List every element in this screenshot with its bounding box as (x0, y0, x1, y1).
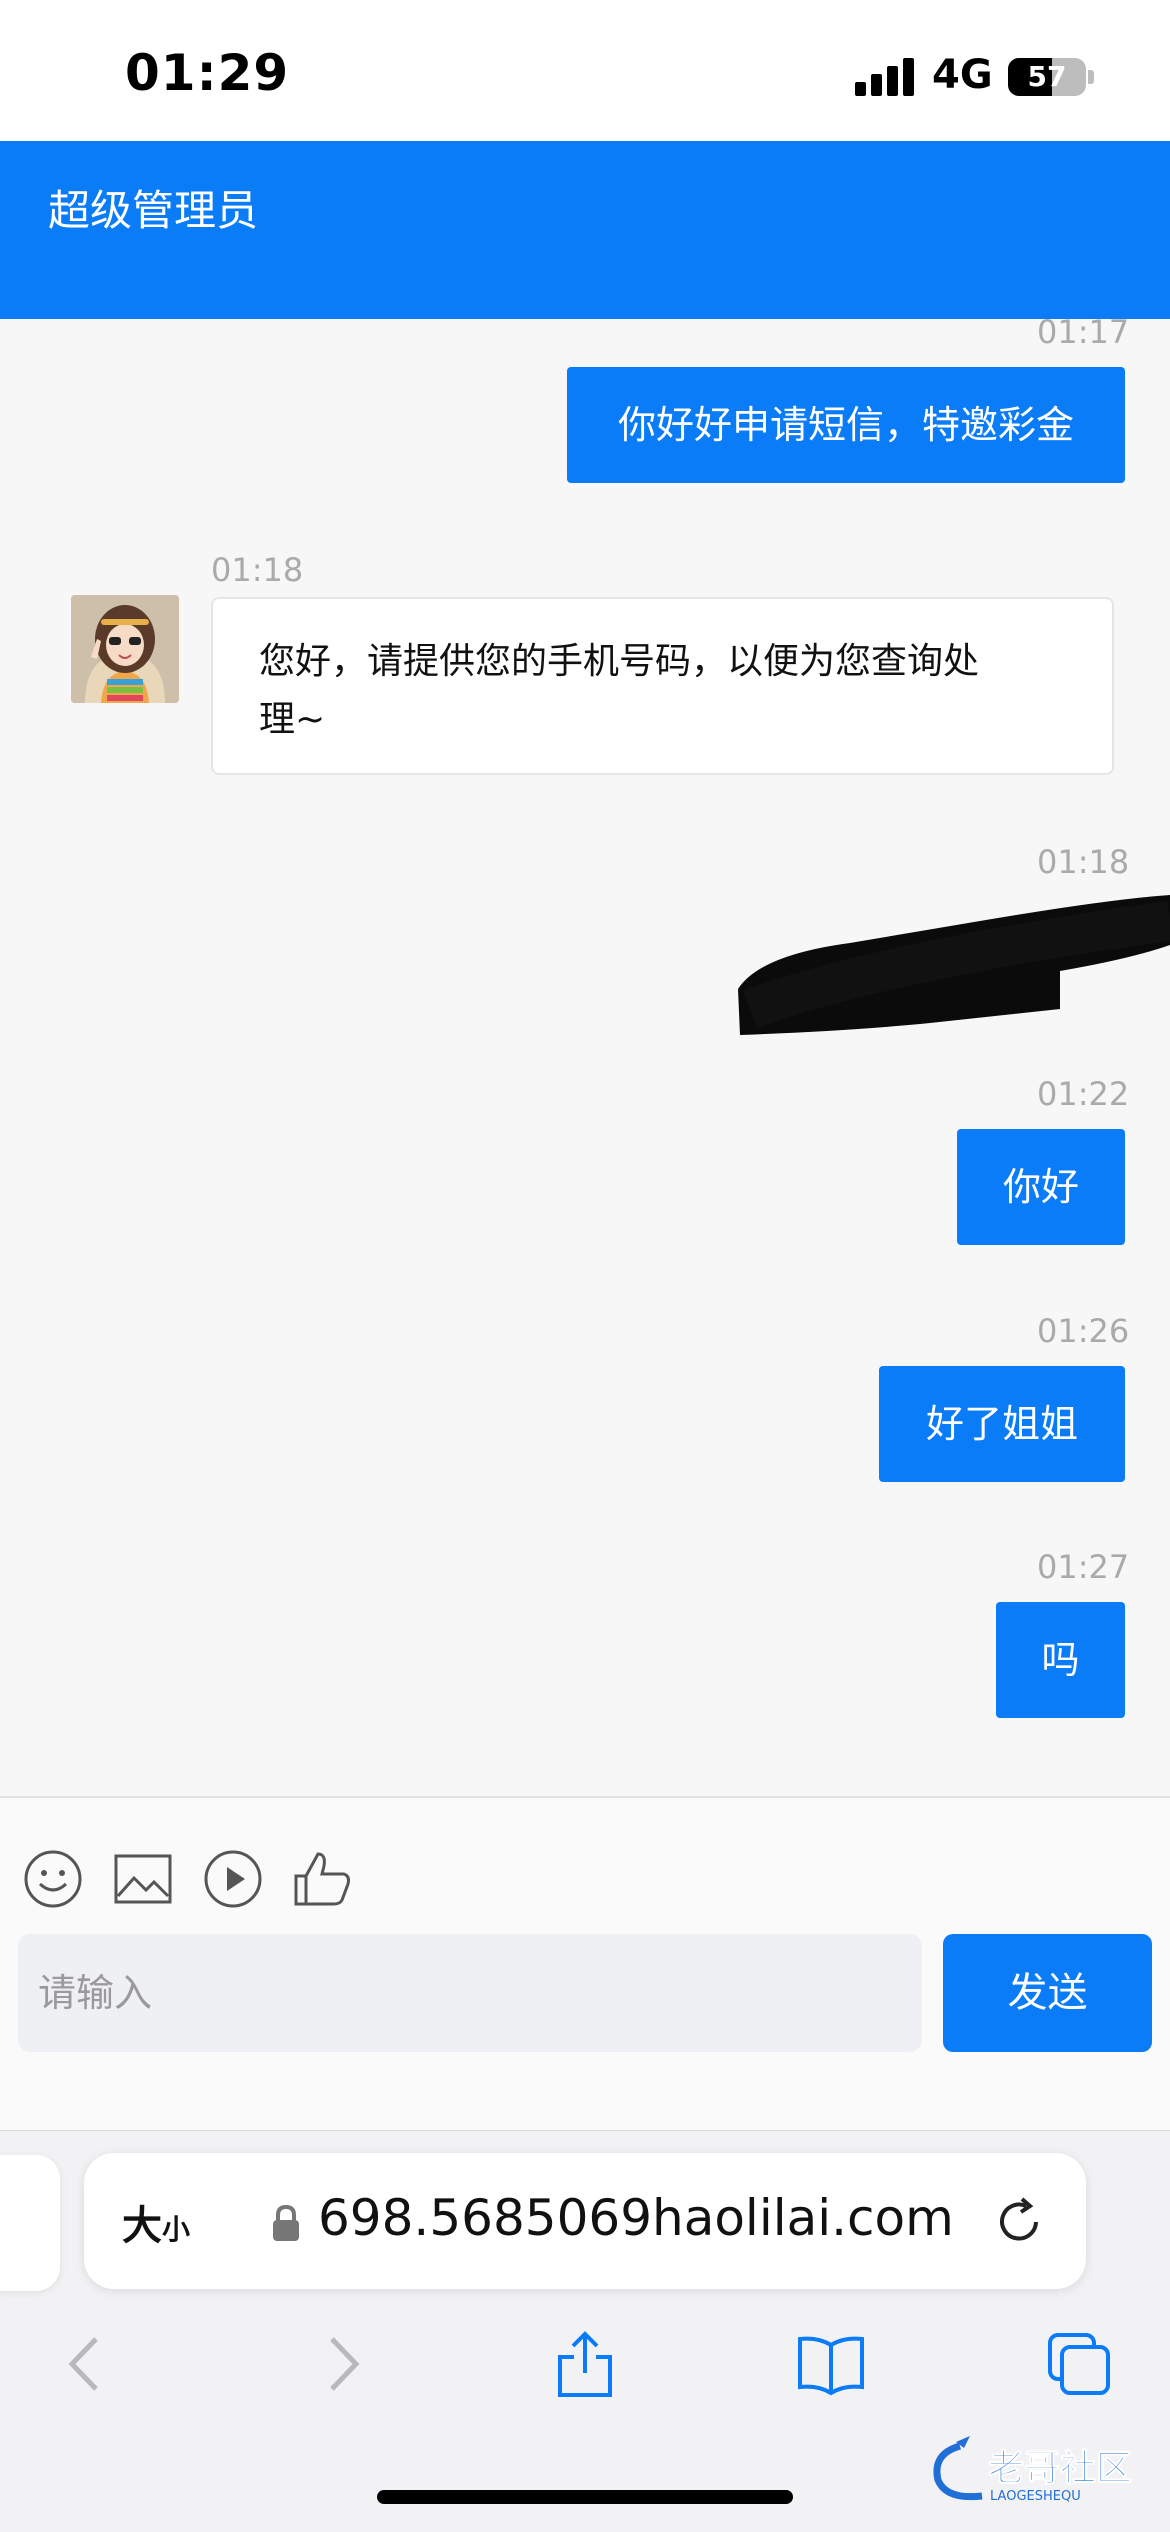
home-indicator (377, 2490, 793, 2504)
cellular-signal-icon (855, 58, 915, 96)
watermark-subtext: LAOGESHEQU (990, 2489, 1081, 2504)
status-time: 01:29 (125, 44, 290, 102)
message-input[interactable] (18, 1934, 922, 2052)
message-text-line: 您好，请提供您的手机号码，以便为您查询处 (259, 641, 980, 682)
message-timestamp: 01:17 (1037, 319, 1130, 351)
previous-tab-preview[interactable] (0, 2155, 60, 2291)
chat-header: 超级管理员 (0, 141, 1170, 319)
send-button[interactable]: 发送 (943, 1934, 1152, 2052)
message-bubble-outgoing[interactable]: 好了姐姐 (879, 1366, 1125, 1482)
text-size-small-label: 小 (162, 2213, 191, 2246)
battery-icon: 57 (1008, 58, 1086, 96)
message-bubble-outgoing[interactable]: 你好好申请短信，特邀彩金 (567, 367, 1125, 483)
bookmarks-icon[interactable] (796, 2329, 866, 2399)
battery-level: 57 (1027, 60, 1067, 93)
watermark-text: 老哥社区 (988, 2448, 1132, 2489)
reload-icon[interactable] (992, 2195, 1046, 2249)
thumbs-up-icon[interactable] (292, 1848, 354, 1910)
message-timestamp: 01:22 (1037, 1075, 1130, 1113)
message-bubble-outgoing[interactable]: 吗 (996, 1602, 1125, 1718)
address-bar[interactable]: 大小 698.5685069haolilai.com (84, 2153, 1086, 2289)
redaction-scribble (738, 895, 1170, 1035)
avatar[interactable] (71, 595, 179, 703)
message-timestamp: 01:27 (1037, 1548, 1130, 1586)
text-size-large-label: 大 (122, 2203, 162, 2249)
lock-icon (273, 2204, 299, 2241)
video-icon[interactable] (202, 1848, 264, 1910)
image-icon[interactable] (112, 1848, 174, 1910)
message-input-container[interactable] (18, 1934, 922, 2052)
composer-panel: 发送 (0, 1796, 1170, 2130)
share-icon[interactable] (550, 2329, 620, 2399)
watermark-logo: 老哥社区 LAOGESHEQU (933, 2436, 1133, 2504)
url-text[interactable]: 698.5685069haolilai.com (318, 2189, 954, 2247)
message-text-line: 理~ (259, 699, 326, 740)
emoji-icon[interactable] (22, 1848, 84, 1910)
chat-title: 超级管理员 (48, 186, 259, 235)
tabs-icon[interactable] (1044, 2329, 1114, 2399)
text-size-button[interactable]: 大小 (122, 2193, 190, 2251)
status-bar: 01:29 4G 57 (0, 0, 1170, 141)
message-bubble-outgoing[interactable]: 你好 (957, 1129, 1125, 1245)
message-timestamp: 01:18 (211, 551, 304, 589)
message-timestamp: 01:26 (1037, 1312, 1130, 1350)
back-icon[interactable] (52, 2329, 122, 2399)
network-type: 4G (932, 52, 993, 98)
forward-icon[interactable] (306, 2329, 376, 2399)
message-bubble-incoming[interactable]: 您好，请提供您的手机号码，以便为您查询处 理~ (211, 597, 1114, 775)
message-list[interactable]: 01:17 你好好申请短信，特邀彩金 01:18 您好，请提供您的手机号码，以便… (0, 319, 1170, 1796)
battery-cap (1088, 70, 1094, 84)
